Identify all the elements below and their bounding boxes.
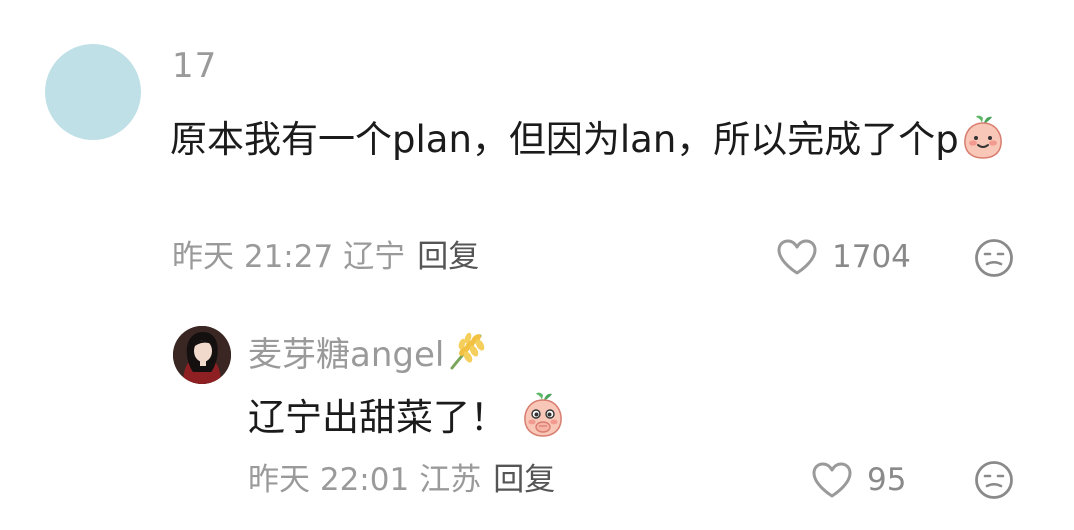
unamused-face-icon: [975, 239, 1013, 277]
heart-icon: [777, 239, 817, 275]
unamused-face-icon: [975, 461, 1013, 499]
reply-meta: 昨天 22:01 江苏 回复: [248, 460, 555, 500]
reply-username-container[interactable]: 麦芽糖angel: [248, 330, 492, 381]
like-button[interactable]: 1704: [776, 237, 911, 277]
reply-like-button[interactable]: 95: [811, 460, 906, 500]
dislike-button[interactable]: [974, 238, 1014, 282]
reply-text: 辽宁出甜菜了！: [248, 396, 507, 439]
heart-icon: [812, 462, 852, 498]
comment-username[interactable]: 17: [172, 44, 217, 88]
wheat-icon: [446, 330, 492, 381]
comment-meta: 昨天 21:27 辽宁 回复: [172, 237, 479, 277]
smiling-radish-emoji-icon: [961, 114, 1005, 176]
reply-username[interactable]: 麦芽糖angel: [248, 335, 444, 375]
comment-text: 原本我有一个plan，但因为lan，所以完成了个p: [170, 118, 959, 161]
comment-time: 昨天 21:27: [172, 239, 334, 275]
reply-avatar[interactable]: [173, 326, 231, 384]
reply-like-count: 95: [867, 462, 907, 498]
reply-time: 昨天 22:01: [248, 462, 410, 498]
reply-reply-button[interactable]: 回复: [493, 462, 555, 498]
reply-text-container: 辽宁出甜菜了！: [248, 390, 565, 452]
reply-location: 江苏: [419, 462, 482, 498]
reply-dislike-button[interactable]: [974, 460, 1014, 504]
reply-button[interactable]: 回复: [417, 239, 479, 275]
avatar[interactable]: [45, 44, 141, 140]
comment-text-container: 原本我有一个plan，但因为lan，所以完成了个p: [170, 112, 1030, 176]
shy-radish-emoji-icon: [521, 390, 565, 452]
comment-location: 辽宁: [343, 239, 406, 275]
comment-thread: 17 原本我有一个plan，但因为lan，所以完成了个p 昨天 21:27 辽宁回…: [0, 0, 1074, 530]
like-count: 1704: [832, 239, 911, 275]
